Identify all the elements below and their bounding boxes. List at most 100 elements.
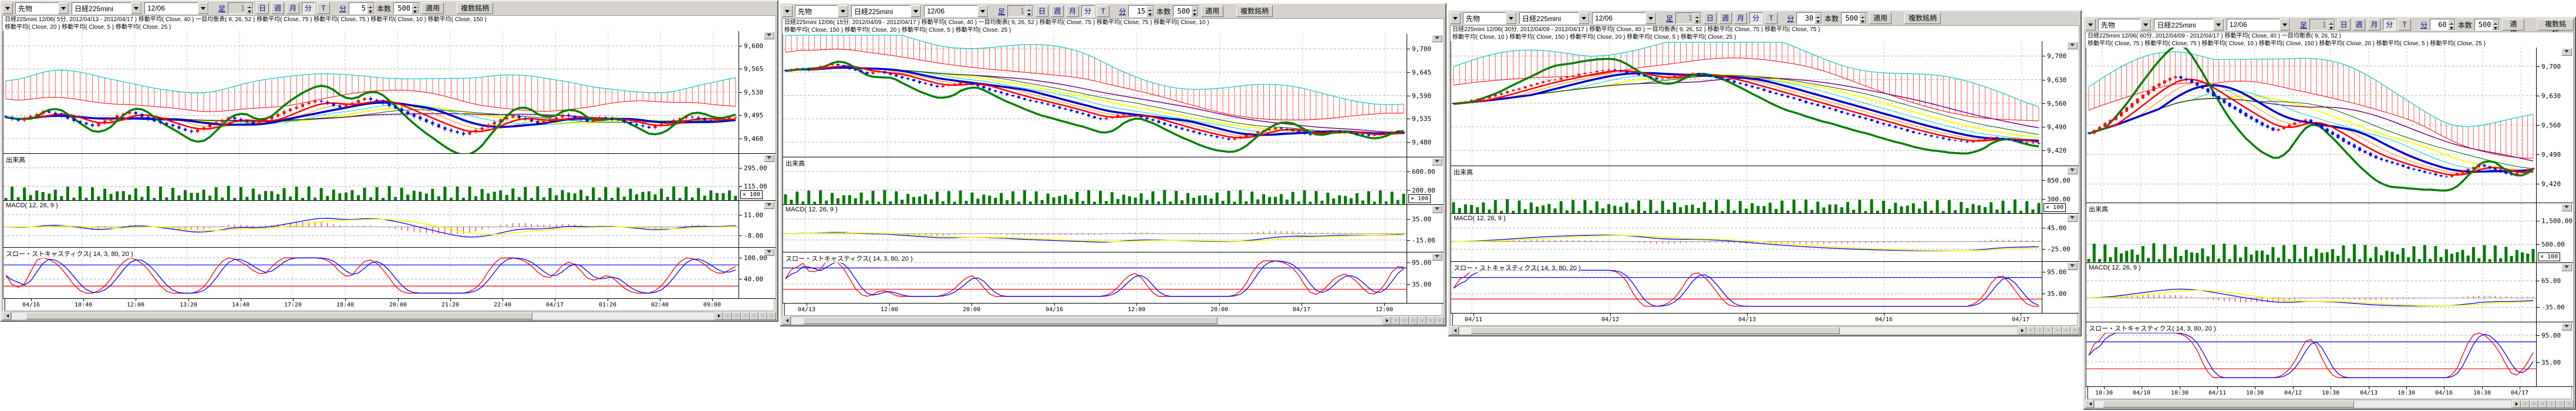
pane-collapse-button[interactable]: [2561, 48, 2572, 56]
pane-collapse-button[interactable]: [2067, 262, 2078, 270]
period-month-button[interactable]: 月: [1734, 12, 1747, 24]
multi-symbol-button[interactable]: 複数銘柄: [1236, 5, 1273, 17]
category-select[interactable]: 先物: [1463, 12, 1517, 24]
scrollbar-tool-button[interactable]: ▫: [1391, 316, 1400, 325]
scroll-right-button[interactable]: [2018, 326, 2027, 335]
apply-button[interactable]: 適用: [422, 2, 444, 14]
category-select[interactable]: 先物: [15, 2, 69, 14]
period-minute-button[interactable]: 分: [1081, 5, 1094, 17]
scrollbar-tool-button[interactable]: ▫: [750, 312, 758, 320]
multi-symbol-button[interactable]: 複数銘柄: [2537, 19, 2574, 31]
period-minute-button[interactable]: 分: [302, 2, 315, 14]
volume-chart[interactable]: 出来高: [2086, 203, 2536, 262]
stepper-arrows[interactable]: [1815, 13, 1822, 23]
bars-stepper[interactable]: 500: [1841, 12, 1867, 24]
scroll-left-button[interactable]: [2, 312, 11, 320]
scrollbar-track[interactable]: [1459, 326, 2018, 335]
stepper-arrows[interactable]: [2492, 19, 2499, 30]
period-minute-button[interactable]: 分: [1749, 12, 1762, 24]
pane-collapse-button[interactable]: [2561, 204, 2572, 211]
minute-stepper[interactable]: 30: [1796, 12, 1822, 24]
price-chart[interactable]: [3, 31, 739, 153]
pane-collapse-button[interactable]: [2067, 214, 2078, 222]
horizontal-scrollbar[interactable]: ▫ ▫ ▫ ▫ ▫ ▫: [2085, 400, 2574, 408]
bars-stepper[interactable]: 500: [1173, 5, 1199, 17]
horizontal-scrollbar[interactable]: ▫ ▫ ▫ ▫ ▫ ▫: [1450, 326, 2079, 335]
scroll-left-button[interactable]: [2085, 400, 2094, 408]
pane-collapse-button[interactable]: [764, 32, 774, 39]
scrollbar-tool-button[interactable]: ▫: [2565, 400, 2574, 408]
period-day-button[interactable]: 日: [1704, 12, 1717, 24]
multi-symbol-button[interactable]: 複数銘柄: [1904, 12, 1941, 24]
pane-collapse-button[interactable]: [1432, 35, 1442, 42]
scroll-left-button[interactable]: [782, 316, 791, 325]
pane-collapse-button[interactable]: [764, 248, 774, 256]
scroll-left-button[interactable]: [1450, 326, 1459, 335]
stochastics-chart[interactable]: スロー・ストキャスティクス( 14, 3, 80, 20 ): [2086, 322, 2536, 386]
scrollbar-tool-button[interactable]: ▫: [2556, 400, 2565, 408]
period-tick-button[interactable]: T: [317, 2, 330, 14]
pane-collapse-button[interactable]: [1432, 158, 1442, 166]
pane-collapse-button[interactable]: [2067, 167, 2078, 174]
stepper-arrows[interactable]: [2448, 19, 2455, 30]
scrollbar-track[interactable]: [11, 312, 714, 320]
scrollbar-tool-button[interactable]: ▫: [732, 312, 741, 320]
period-tick-button[interactable]: T: [1097, 5, 1110, 17]
scrollbar-tool-button[interactable]: ▫: [2035, 326, 2044, 335]
stepper-arrows[interactable]: [367, 3, 374, 14]
contract-select[interactable]: 12/06: [1592, 12, 1657, 24]
pane-collapse-button[interactable]: [764, 201, 774, 209]
scrollbar-thumb[interactable]: [26, 312, 532, 319]
period-week-button[interactable]: 週: [2353, 19, 2366, 31]
scrollbar-tool-button[interactable]: ▫: [2530, 400, 2538, 408]
stochastics-chart[interactable]: スロー・ストキャスティクス( 14, 3, 80, 20 ): [3, 248, 739, 298]
price-chart[interactable]: [1451, 41, 2042, 166]
period-month-button[interactable]: 月: [2368, 19, 2381, 31]
scrollbar-thumb[interactable]: [2103, 400, 2354, 407]
scrollbar-tool-button[interactable]: ▫: [767, 312, 776, 320]
horizontal-scrollbar[interactable]: ▫ ▫ ▫ ▫ ▫ ▫: [2, 312, 776, 320]
scrollbar-tool-button[interactable]: ▫: [2547, 400, 2556, 408]
stochastics-chart[interactable]: スロー・ストキャスティクス( 14, 3, 80, 20 ): [1451, 262, 2042, 313]
scrollbar-tool-button[interactable]: ▫: [2071, 326, 2079, 335]
period-week-button[interactable]: 週: [271, 2, 284, 14]
scrollbar-tool-button[interactable]: ▫: [2053, 326, 2062, 335]
minute-stepper[interactable]: 5: [349, 2, 375, 14]
scrollbar-track[interactable]: [2094, 400, 2512, 408]
window-menu-dropdown[interactable]: [2, 2, 13, 14]
scrollbar-tool-button[interactable]: ▫: [2062, 326, 2071, 335]
symbol-select[interactable]: 日経225mini: [1519, 12, 1590, 24]
volume-chart[interactable]: 出来高: [783, 157, 1407, 204]
bar-interval-stepper[interactable]: 1: [1007, 5, 1033, 17]
scrollbar-track[interactable]: [791, 316, 1383, 325]
window-menu-dropdown[interactable]: [782, 5, 793, 17]
stochastics-chart[interactable]: スロー・ストキャスティクス( 14, 3, 80, 20 ): [783, 252, 1407, 303]
contract-select[interactable]: 12/06: [144, 2, 209, 14]
apply-button[interactable]: 適用: [1201, 5, 1223, 17]
bar-interval-stepper[interactable]: 1: [228, 2, 254, 14]
scroll-right-button[interactable]: [1383, 316, 1391, 325]
stepper-arrows[interactable]: [2328, 19, 2335, 30]
symbol-select[interactable]: 日経225mini: [72, 2, 142, 14]
scrollbar-tool-button[interactable]: ▫: [1418, 316, 1427, 325]
macd-chart[interactable]: MACD( 12, 26, 9 ): [783, 205, 1407, 252]
period-week-button[interactable]: 週: [1719, 12, 1732, 24]
period-day-button[interactable]: 日: [1036, 5, 1048, 17]
scrollbar-tool-button[interactable]: ▫: [758, 312, 767, 320]
price-chart[interactable]: [2086, 48, 2536, 203]
contract-select[interactable]: 12/06: [2227, 19, 2291, 31]
symbol-select[interactable]: 日経225mini: [851, 5, 922, 17]
stepper-arrows[interactable]: [1694, 13, 1701, 23]
scrollbar-tool-button[interactable]: ▫: [2044, 326, 2053, 335]
bars-stepper[interactable]: 500: [393, 2, 419, 14]
macd-chart[interactable]: MACD( 12, 26, 9 ): [3, 201, 739, 247]
scrollbar-tool-button[interactable]: ▫: [741, 312, 750, 320]
macd-chart[interactable]: MACD( 12, 26, 9 ): [1451, 214, 2042, 261]
pane-collapse-button[interactable]: [2067, 42, 2078, 49]
window-menu-dropdown[interactable]: [2085, 19, 2096, 31]
bar-interval-stepper[interactable]: 1: [1675, 12, 1701, 24]
scrollbar-tool-button[interactable]: ▫: [1400, 316, 1409, 325]
scrollbar-tool-button[interactable]: ▫: [1435, 316, 1444, 325]
stepper-arrows[interactable]: [412, 3, 419, 14]
period-minute-button[interactable]: 分: [2383, 19, 2396, 31]
